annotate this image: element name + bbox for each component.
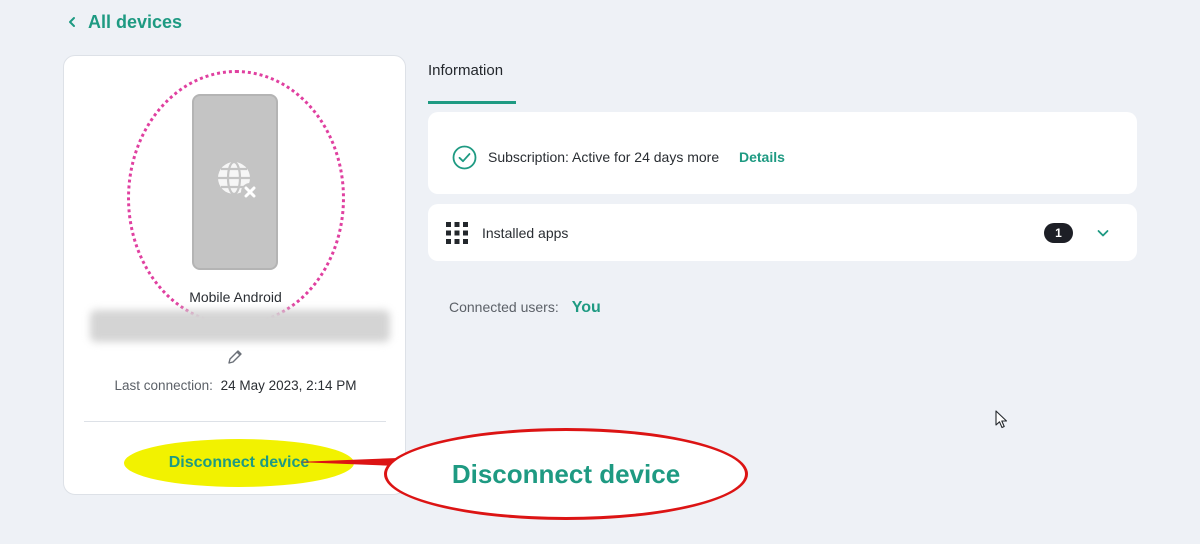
mouse-pointer-icon xyxy=(995,410,1009,435)
last-connection-label: Last connection: xyxy=(114,378,213,393)
tab-information[interactable]: Information xyxy=(428,62,516,104)
chevron-down-icon[interactable] xyxy=(1096,226,1110,245)
connected-users-label: Connected users: xyxy=(449,299,559,315)
chevron-left-icon xyxy=(66,16,78,28)
pencil-icon[interactable] xyxy=(226,348,244,371)
back-link-label: All devices xyxy=(88,11,183,32)
device-image xyxy=(192,94,278,270)
installed-apps-label: Installed apps xyxy=(482,225,569,241)
subscription-panel: Subscription: Active for 24 days more De… xyxy=(428,112,1137,194)
last-connection: Last connection: 24 May 2023, 2:14 PM xyxy=(64,378,407,393)
phone-offline-icon xyxy=(210,154,266,215)
installed-apps-row[interactable]: Installed apps 1 xyxy=(428,204,1137,261)
divider xyxy=(84,421,386,422)
disconnect-device-button[interactable]: Disconnect device xyxy=(124,439,354,487)
subscription-details-link[interactable]: Details xyxy=(739,149,785,165)
device-name: Mobile Android xyxy=(189,289,282,305)
callout-text: Disconnect device xyxy=(451,458,681,489)
grid-icon xyxy=(445,221,469,250)
device-card: Mobile Android Last connection: 24 May 2… xyxy=(63,55,406,495)
installed-apps-count-badge: 1 xyxy=(1044,223,1073,243)
back-link[interactable]: All devices xyxy=(66,10,182,34)
redacted-info xyxy=(90,310,390,342)
connected-users-value: You xyxy=(571,299,601,316)
callout-annotation: Disconnect device xyxy=(384,428,748,520)
check-circle-icon xyxy=(452,145,477,175)
connected-users: Connected users: You xyxy=(449,299,601,317)
last-connection-value: 24 May 2023, 2:14 PM xyxy=(220,378,357,393)
subscription-status: Subscription: Active for 24 days more xyxy=(488,149,720,165)
